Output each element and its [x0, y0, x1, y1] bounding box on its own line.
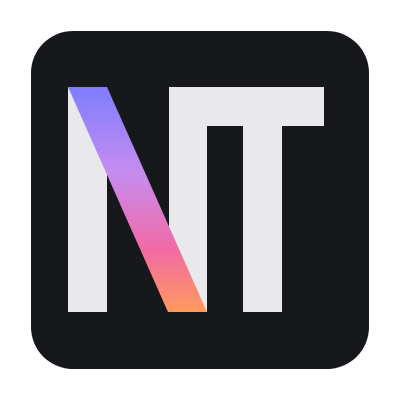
nt-app-icon — [31, 31, 369, 369]
letter-t-stem — [243, 126, 282, 312]
nt-logo-icon — [31, 31, 369, 369]
canvas — [0, 0, 400, 400]
letter-t-crossbar — [207, 87, 324, 126]
